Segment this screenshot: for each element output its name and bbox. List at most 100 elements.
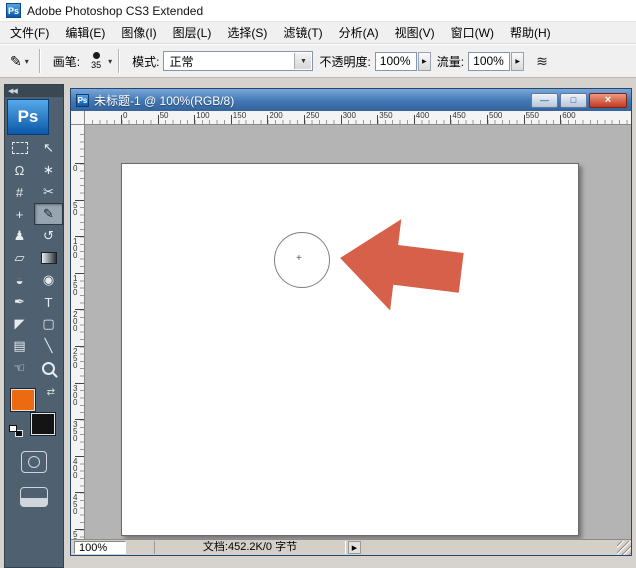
ruler-label: 450 xyxy=(73,494,81,515)
arrow-tail xyxy=(391,245,463,293)
toolbar-ps-logo: Ps xyxy=(7,99,49,135)
ruler-label: 50 xyxy=(160,112,169,120)
menu-item-5[interactable]: 滤镜(T) xyxy=(275,22,330,44)
brush-preset-chevron-icon[interactable]: ▾ xyxy=(108,57,112,66)
app-title-bar: Ps Adobe Photoshop CS3 Extended xyxy=(0,0,636,22)
rectangular-marquee-tool[interactable] xyxy=(5,137,34,159)
menu-item-7[interactable]: 视图(V) xyxy=(387,22,443,44)
crop-tool[interactable]: # xyxy=(5,181,34,203)
flow-input[interactable]: 100% xyxy=(468,52,510,71)
photoshop-logo-icon: Ps xyxy=(6,3,21,18)
dodge-tool[interactable]: ◉ xyxy=(34,269,63,291)
options-bar: ✎ ▾ 画笔: 35 ▾ 模式: 正常 ▼ 不透明度: 100% ▶ 流量: 1… xyxy=(0,44,636,78)
mode-label: 模式: xyxy=(132,53,159,70)
move-tool[interactable]: ↖ xyxy=(34,137,63,159)
maximize-button[interactable]: □ xyxy=(560,93,587,108)
flow-slider-arrow[interactable]: ▶ xyxy=(511,52,524,71)
color-control: ⇄ xyxy=(9,387,59,437)
menu-item-3[interactable]: 图层(L) xyxy=(165,22,220,44)
slice-tool[interactable]: ✂ xyxy=(34,181,63,203)
document-title: 未标题-1 @ 100%(RGB/8) xyxy=(94,92,526,109)
ruler-label: 600 xyxy=(562,112,575,120)
ruler-tick xyxy=(267,115,268,124)
menu-item-9[interactable]: 帮助(H) xyxy=(502,22,559,44)
arrow-head xyxy=(335,212,402,310)
ruler-label: 100 xyxy=(73,238,81,259)
toolbar-collapse-button[interactable]: ◀◀ xyxy=(5,85,63,97)
brush-preview-dot xyxy=(93,52,100,59)
blend-mode-select[interactable]: 正常 ▼ xyxy=(163,51,313,71)
arrow-graphic xyxy=(334,212,469,320)
eraser-tool[interactable]: ▱ xyxy=(5,247,34,269)
ruler-label: 150 xyxy=(73,275,81,296)
window-buttons: — □ × xyxy=(531,93,631,108)
zoom-tool[interactable] xyxy=(34,357,63,379)
menu-item-6[interactable]: 分析(A) xyxy=(331,22,387,44)
menu-item-2[interactable]: 图像(I) xyxy=(113,22,164,44)
zoom-tool-icon xyxy=(42,362,55,375)
history-brush-tool[interactable]: ↺ xyxy=(34,225,63,247)
opacity-label: 不透明度: xyxy=(319,53,370,70)
status-bar: 100% 文档:452.2K/0 字节 ▶ xyxy=(71,539,631,555)
menu-item-4[interactable]: 选择(S) xyxy=(219,22,275,44)
ruler-tick xyxy=(341,115,342,124)
document-content: 050100150200250300350400450500550600 050… xyxy=(71,111,631,539)
ruler-tick xyxy=(414,115,415,124)
ruler-tick xyxy=(231,115,232,124)
ruler-tick xyxy=(524,115,525,124)
eyedropper-tool[interactable]: ╲ xyxy=(34,335,63,357)
ruler-label: 400 xyxy=(416,112,429,120)
hand-tool[interactable]: ☜ xyxy=(5,357,34,379)
brush-preset-picker[interactable]: 35 xyxy=(84,52,108,70)
path-selection-tool[interactable]: ◤ xyxy=(5,313,34,335)
blur-tool[interactable]: ◒ xyxy=(5,269,34,291)
ruler-label: 0 xyxy=(73,165,81,172)
combo-arrow-icon[interactable]: ▼ xyxy=(294,53,311,69)
status-expand-button[interactable]: ▶ xyxy=(348,541,361,554)
resize-grip[interactable] xyxy=(617,541,631,555)
shape-tool[interactable]: ▢ xyxy=(34,313,63,335)
background-color-swatch[interactable] xyxy=(31,413,55,435)
brush-tool[interactable]: ✎ xyxy=(34,203,63,225)
menu-item-0[interactable]: 文件(F) xyxy=(2,22,57,44)
opacity-value: 100% xyxy=(380,54,411,68)
quick-mask-button[interactable] xyxy=(21,451,47,473)
brush-size-value: 35 xyxy=(91,61,101,70)
lasso-tool[interactable]: Ω xyxy=(5,159,34,181)
screen-mode-button[interactable] xyxy=(20,487,48,507)
ruler-label: 50 xyxy=(73,202,81,216)
healing-brush-tool[interactable]: + xyxy=(5,203,34,225)
canvas[interactable]: + xyxy=(121,163,579,536)
ruler-label: 300 xyxy=(73,385,81,406)
opacity-input[interactable]: 100% xyxy=(375,52,417,71)
gradient-tool-icon xyxy=(41,252,57,264)
zoom-level-field[interactable]: 100% xyxy=(74,541,126,554)
flow-value: 100% xyxy=(473,54,504,68)
minimize-button[interactable]: — xyxy=(531,93,558,108)
default-colors-icon[interactable] xyxy=(9,425,23,437)
tool-preset-picker[interactable]: ✎ ▾ xyxy=(6,53,33,70)
notes-tool[interactable]: ▤ xyxy=(5,335,34,357)
airbrush-toggle-icon[interactable]: ≋ xyxy=(536,53,548,70)
foreground-color-swatch[interactable] xyxy=(11,389,35,411)
ruler-label: 300 xyxy=(343,112,356,120)
ruler-tick xyxy=(560,115,561,124)
close-button[interactable]: × xyxy=(589,93,627,108)
ruler-label: 400 xyxy=(73,458,81,479)
brush-label: 画笔: xyxy=(53,53,80,70)
menu-item-1[interactable]: 编辑(E) xyxy=(57,22,113,44)
blend-mode-value: 正常 xyxy=(169,53,193,70)
type-tool[interactable]: T xyxy=(34,291,63,313)
document-title-bar[interactable]: Ps 未标题-1 @ 100%(RGB/8) — □ × xyxy=(71,89,631,111)
gradient-tool[interactable] xyxy=(34,247,63,269)
menu-item-8[interactable]: 窗口(W) xyxy=(443,22,502,44)
rectangular-marquee-tool-icon xyxy=(12,142,28,154)
ruler-label: 500 xyxy=(489,112,502,120)
magic-wand-tool[interactable]: ∗ xyxy=(34,159,63,181)
swap-colors-icon[interactable]: ⇄ xyxy=(47,387,55,398)
opacity-slider-arrow[interactable]: ▶ xyxy=(418,52,431,71)
clone-stamp-tool[interactable]: ♟ xyxy=(5,225,34,247)
pen-tool[interactable]: ✒ xyxy=(5,291,34,313)
flow-label: 流量: xyxy=(437,53,464,70)
document-ps-icon: Ps xyxy=(76,94,89,107)
